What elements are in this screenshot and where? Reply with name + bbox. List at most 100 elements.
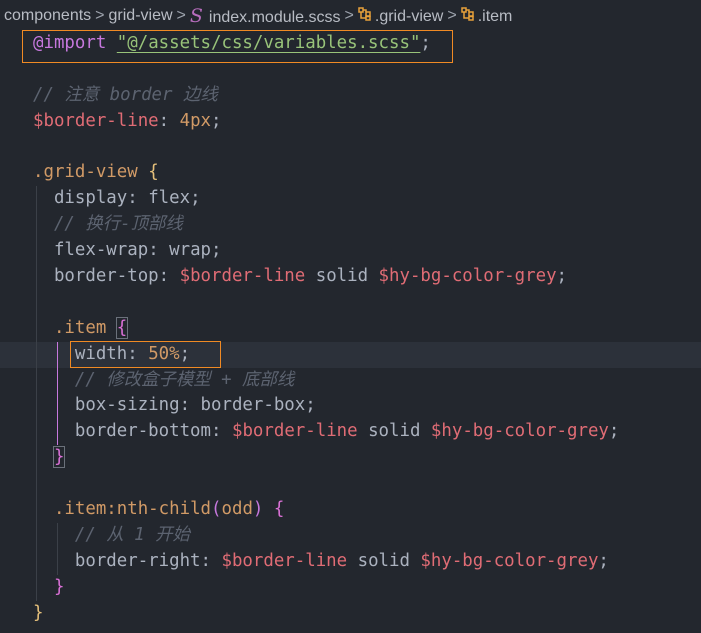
breadcrumb-separator: > <box>95 7 105 24</box>
code-line[interactable]: // 修改盒子模型 + 底部线 <box>0 367 701 394</box>
code-token-punc: : flex; <box>127 188 201 209</box>
code-token-at: @import <box>33 33 107 53</box>
code-token-var: $hy-bg-color-grey <box>430 421 609 442</box>
breadcrumb-label: components <box>4 7 92 24</box>
code-line[interactable]: .grid-view { <box>0 160 701 186</box>
code-token-cmt: // 从 1 开始 <box>74 524 190 545</box>
code-token-var: $border-line <box>231 421 358 442</box>
breadcrumb-label: grid-view <box>108 7 173 24</box>
code-line[interactable]: display: flex; <box>0 186 701 213</box>
code-line[interactable]: box-sizing: border-box; <box>0 393 701 420</box>
breadcrumb-item[interactable]: .grid-view <box>358 6 444 26</box>
code-token-punc <box>138 162 148 182</box>
code-token-punc <box>263 499 273 519</box>
code-line[interactable]: .item { <box>0 315 701 342</box>
code-token-cmt: // 修改盒子模型 + 底部线 <box>74 369 295 390</box>
code-token-var: $border-line <box>221 550 348 571</box>
indent-guide <box>36 212 37 239</box>
code-token-cmt: // 注意 border 边线 <box>33 84 218 105</box>
code-token-prop: border-right <box>74 550 201 571</box>
code-token-punc: ; <box>420 33 431 53</box>
code-token-punc: : border-box; <box>179 395 316 416</box>
indent-guide <box>36 548 37 575</box>
breadcrumb-item[interactable]: grid-view <box>109 7 173 25</box>
indent-guide <box>36 471 37 498</box>
breadcrumb-item[interactable]: .item <box>460 6 513 26</box>
code-token-punc <box>106 33 116 53</box>
code-token-prop: box-sizing <box>74 395 180 416</box>
code-line[interactable] <box>0 471 701 498</box>
code-token-punc: ; <box>556 266 568 287</box>
code-editor[interactable]: @import "@/assets/css/variables.scss"; //… <box>0 31 701 626</box>
code-token-punc: : <box>127 343 149 364</box>
code-line[interactable]: border-top: $border-line solid $hy-bg-co… <box>0 264 701 290</box>
indent-guide <box>36 264 37 290</box>
code-token-b1: { <box>148 162 159 183</box>
symbol-class-icon <box>358 6 375 25</box>
breadcrumb-separator: > <box>344 7 354 24</box>
code-token-b3: ( <box>211 499 222 520</box>
sass-icon: S <box>189 5 203 27</box>
indent-guide <box>56 548 58 575</box>
indent-guide <box>36 367 37 394</box>
breadcrumb-separator: > <box>176 7 186 24</box>
code-token-punc: : wrap; <box>148 240 222 261</box>
breadcrumb-label: .grid-view <box>374 7 444 25</box>
code-token-punc: ; <box>179 343 191 364</box>
indent-guide <box>56 341 59 368</box>
code-line[interactable]: // 注意 border 边线 <box>0 83 701 109</box>
code-token-sel: odd <box>221 499 253 520</box>
code-line[interactable]: border-bottom: $border-line solid $hy-bg… <box>0 419 701 446</box>
indent-guide <box>36 393 37 420</box>
indent-guide <box>36 289 37 316</box>
code-token-prop: flex-wrap <box>53 240 149 261</box>
code-line[interactable] <box>0 135 701 161</box>
code-token-prop: border-top <box>53 266 159 287</box>
indent-guide <box>36 238 37 265</box>
code-token-punc: ; <box>608 421 620 442</box>
code-token-sel: .grid-view <box>33 162 138 183</box>
code-token-var: $hy-bg-color-grey <box>420 550 599 571</box>
code-token-var: $hy-bg-color-grey <box>378 266 557 287</box>
code-token-punc: ; <box>211 110 222 131</box>
code-token-sel: .item:nth-child <box>53 499 212 520</box>
breadcrumb: components > grid-view > Sindex.module.scss >… <box>4 5 512 27</box>
indent-guide <box>36 497 37 523</box>
code-token-punc <box>106 318 116 338</box>
code-token-punc: ; <box>598 550 609 571</box>
code-line[interactable] <box>0 57 701 83</box>
code-token-b2: { <box>273 499 285 520</box>
indent-guide <box>36 315 37 342</box>
breadcrumb-label: .item <box>477 7 513 25</box>
code-line[interactable] <box>0 289 701 316</box>
indent-guide <box>36 186 37 213</box>
code-token-str: "@/assets/css/variables.scss" <box>116 33 421 53</box>
code-token-prop: width <box>74 343 128 364</box>
code-line[interactable]: // 换行-顶部线 <box>0 212 701 239</box>
code-line[interactable]: flex-wrap: wrap; <box>0 238 701 265</box>
indent-guide <box>56 522 58 549</box>
code-token-punc: : <box>158 110 180 131</box>
indent-guide <box>36 522 37 549</box>
code-line[interactable]: // 从 1 开始 <box>0 522 701 549</box>
code-line[interactable]: width: 50%; <box>0 341 701 368</box>
code-line[interactable]: } <box>0 574 701 601</box>
code-line[interactable]: } <box>0 445 701 472</box>
code-token-b1: } <box>33 602 44 623</box>
code-line[interactable]: .item:nth-child(odd) { <box>0 497 701 523</box>
symbol-class-icon <box>460 6 478 25</box>
breadcrumb-item[interactable]: components <box>4 7 91 25</box>
breadcrumb-item[interactable]: Sindex.module.scss <box>190 5 341 27</box>
code-token-punc: : <box>158 266 180 287</box>
indent-guide <box>36 445 37 472</box>
code-line[interactable]: $border-line: 4px; <box>0 109 701 135</box>
code-line[interactable]: } <box>0 601 701 627</box>
indent-guide <box>36 574 37 601</box>
code-line[interactable]: @import "@/assets/css/variables.scss"; <box>0 31 701 57</box>
code-token-punc: : <box>200 550 222 571</box>
indent-guide <box>36 341 37 368</box>
code-token-punc: solid <box>305 266 379 287</box>
breadcrumb-separator: > <box>447 7 457 24</box>
code-line[interactable]: border-right: $border-line solid $hy-bg-… <box>0 548 701 575</box>
code-token-num: 50% <box>148 343 180 364</box>
